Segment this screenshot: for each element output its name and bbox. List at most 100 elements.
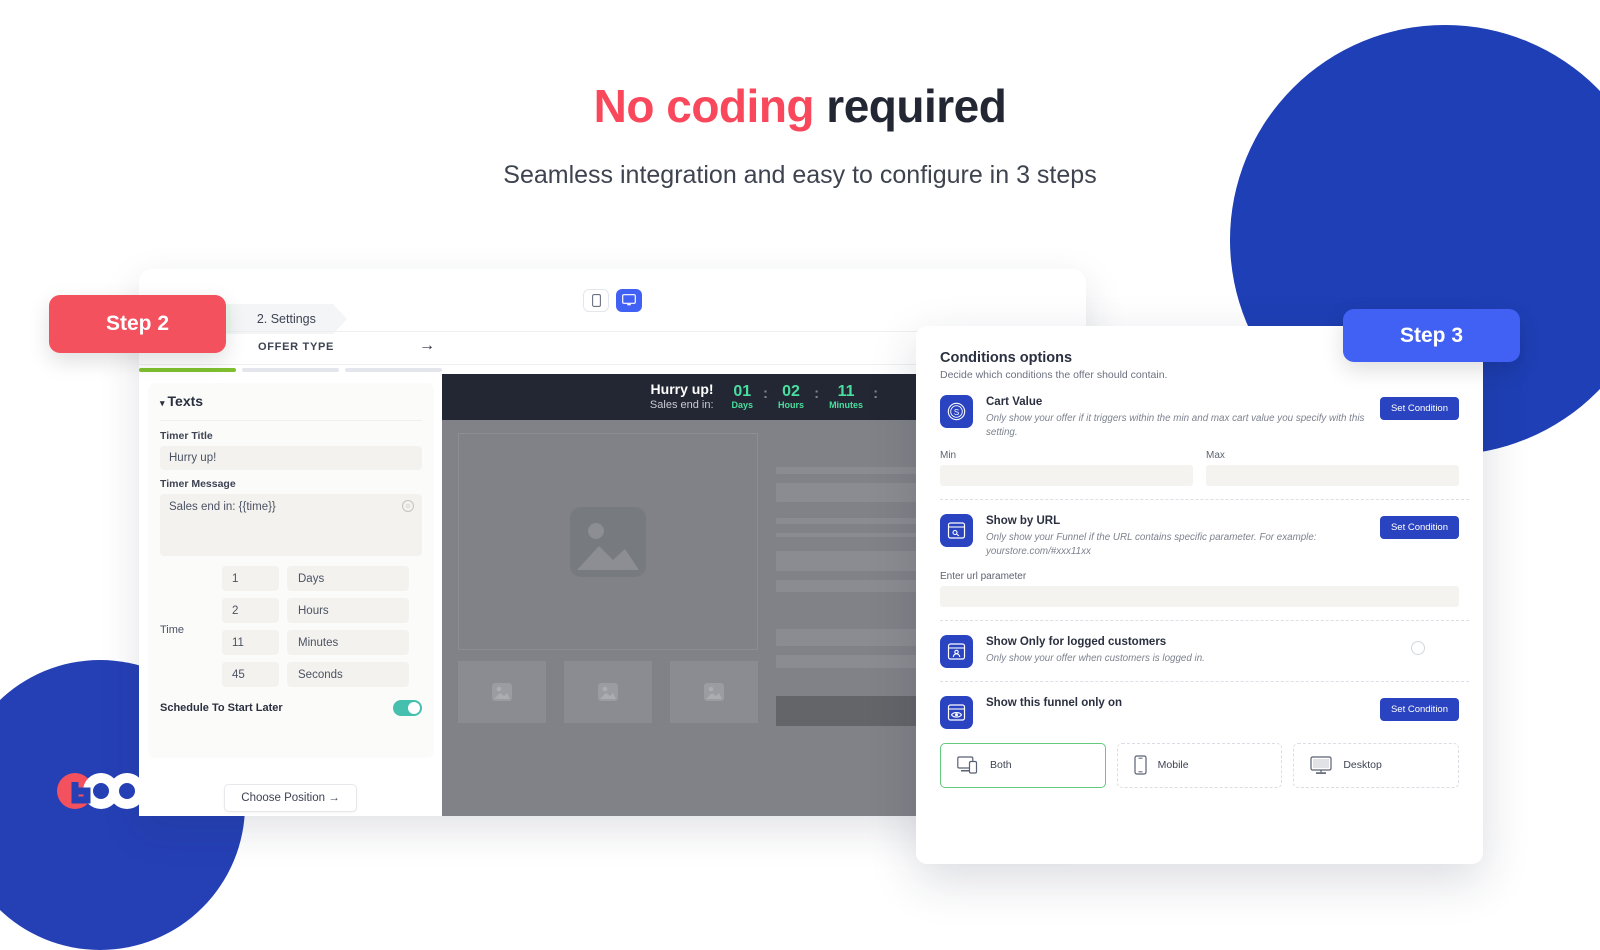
preview-mobile-button[interactable] [583, 288, 609, 312]
skeleton-line [776, 629, 936, 646]
timer-separator: : [873, 384, 879, 402]
time-row: 45 Seconds [222, 662, 422, 687]
condition-name: Show by URL [986, 515, 1061, 528]
set-condition-button[interactable]: Set Condition [1379, 516, 1459, 540]
timer-minutes-value: 11 [837, 382, 855, 400]
offer-type-next-arrow-icon[interactable]: → [419, 337, 435, 355]
image-placeholder-icon [570, 506, 646, 577]
condition-description: Only show your Funnel if the URL contain… [986, 532, 1317, 558]
cart-max-col: Max [1206, 450, 1459, 487]
time-seconds-input[interactable]: 45 [222, 662, 279, 687]
timer-separator: : [763, 384, 769, 402]
timer-message-input[interactable]: Sales end in: {{time}} ☺ [160, 494, 422, 556]
preview-timer-subtitle: Sales end in: [649, 398, 714, 411]
tab-settings[interactable]: 2. Settings [230, 304, 347, 334]
texts-section-header[interactable]: ▾ Texts [160, 393, 422, 421]
desktop-icon [1310, 756, 1332, 774]
skeleton-main-image-placeholder [458, 433, 758, 650]
headline-rest: required [814, 80, 1007, 132]
texts-section-card: ▾ Texts Timer Title Hurry up! Timer Messa… [148, 383, 434, 758]
toggle-knob [408, 702, 420, 714]
schedule-label: Schedule To Start Later [160, 702, 283, 714]
timer-hours-label: Hours [778, 400, 805, 411]
conditions-panel: Conditions options Decide which conditio… [916, 326, 1483, 864]
condition-show-funnel-on: Show this funnel only on Set Condition B… [940, 682, 1469, 801]
condition-logged-customers: Show Only for logged customers Only show… [940, 621, 1469, 682]
condition-texts: Cart Value Only show your offer if it tr… [986, 395, 1367, 439]
time-label: Time [160, 624, 185, 636]
set-condition-button[interactable]: Set Condition [1379, 397, 1459, 420]
schedule-toggle[interactable] [393, 700, 422, 716]
timer-days-label: Days [731, 400, 754, 411]
set-condition-button[interactable]: Set Condition [1379, 697, 1459, 721]
logged-customers-radio[interactable] [1411, 640, 1425, 655]
timer-digits: 01 Days : 02 Hours : 11 Minutes : [731, 382, 879, 411]
timer-title-input[interactable]: Hurry up! [160, 446, 422, 470]
condition-cart-value: S Cart Value Only show your offer if it … [940, 381, 1469, 501]
condition-header: Show by URL Only show your Funnel if the… [940, 514, 1459, 558]
preview-desktop-button[interactable] [616, 288, 642, 312]
condition-name: Cart Value [986, 396, 1043, 408]
step-3-badge: Step 3 [1343, 309, 1520, 362]
svg-text:S: S [954, 408, 959, 417]
url-parameter-label: Enter url parameter [940, 570, 1027, 582]
coin-dollar-icon-glyph: S [947, 402, 966, 421]
url-parameter-input[interactable] [940, 585, 1459, 607]
image-placeholder-icon [492, 683, 512, 701]
timer-title-label: Timer Title [160, 430, 213, 442]
time-row: 2 Hours [222, 598, 422, 623]
device-option-both-label: Both [990, 759, 1012, 772]
device-options[interactable]: Both Mobile Desktop [940, 742, 1460, 788]
condition-texts: Show by URL Only show your Funnel if the… [986, 514, 1367, 558]
condition-description: Only show your offer if it triggers with… [986, 413, 1365, 438]
progress-segment-3 [345, 368, 442, 372]
preview-timer-title: Hurry up! [650, 381, 714, 398]
progress-segment-1 [139, 368, 236, 372]
browser-user-icon-glyph [947, 643, 966, 660]
schedule-row: Schedule To Start Later [160, 700, 422, 716]
browser-link-icon-glyph [947, 522, 966, 540]
device-option-both[interactable]: Both [940, 742, 1106, 788]
desktop-icon [622, 294, 636, 306]
choose-position-button[interactable]: Choose Position → [224, 784, 357, 812]
brand-logo-icon [57, 773, 145, 809]
tab-settings-label: 2. Settings [256, 312, 316, 326]
page-title: No coding required [0, 80, 1600, 133]
time-minutes-unit[interactable]: Minutes [287, 630, 409, 655]
skeleton-thumbnails [458, 661, 758, 723]
emoji-picker-icon[interactable]: ☺ [402, 500, 414, 512]
skeleton-line [776, 467, 936, 474]
mobile-icon [591, 293, 601, 307]
time-hours-unit[interactable]: Hours [287, 598, 409, 623]
timer-minutes-label: Minutes [829, 400, 864, 411]
device-option-desktop[interactable]: Desktop [1293, 742, 1460, 788]
time-days-input[interactable]: 1 [222, 566, 279, 591]
cart-min-col: Min [940, 450, 1193, 487]
timer-days-value: 01 [733, 382, 752, 400]
skeleton-thumbnail [670, 661, 758, 723]
condition-description: Only show your offer when customers is l… [986, 652, 1205, 664]
cart-min-input[interactable] [940, 465, 1193, 487]
image-placeholder-icon [704, 683, 724, 701]
device-option-mobile[interactable]: Mobile [1116, 742, 1283, 788]
cart-max-input[interactable] [1206, 465, 1459, 487]
timer-separator: : [814, 384, 820, 402]
skeleton-thumbnail [458, 661, 546, 723]
device-option-desktop-label: Desktop [1343, 759, 1382, 772]
settings-form-panel: ▾ Texts Timer Title Hurry up! Timer Messa… [139, 374, 442, 816]
timer-days: 01 Days [731, 382, 754, 411]
browser-eye-icon-glyph [947, 704, 966, 721]
chevron-down-icon: ▾ [160, 398, 165, 408]
time-days-unit[interactable]: Days [287, 566, 409, 591]
skeleton-line [776, 655, 936, 668]
browser-user-icon [940, 634, 973, 668]
condition-header: Show Only for logged customers Only show… [940, 634, 1459, 668]
coin-dollar-icon: S [940, 395, 973, 428]
time-minutes-input[interactable]: 11 [222, 630, 279, 655]
preview-device-toggle[interactable] [583, 288, 642, 312]
step-2-badge: Step 2 [49, 295, 226, 353]
cart-max-label: Max [1206, 450, 1225, 462]
time-hours-input[interactable]: 2 [222, 598, 279, 623]
time-seconds-unit[interactable]: Seconds [287, 662, 409, 687]
timer-hours-value: 02 [782, 382, 800, 400]
